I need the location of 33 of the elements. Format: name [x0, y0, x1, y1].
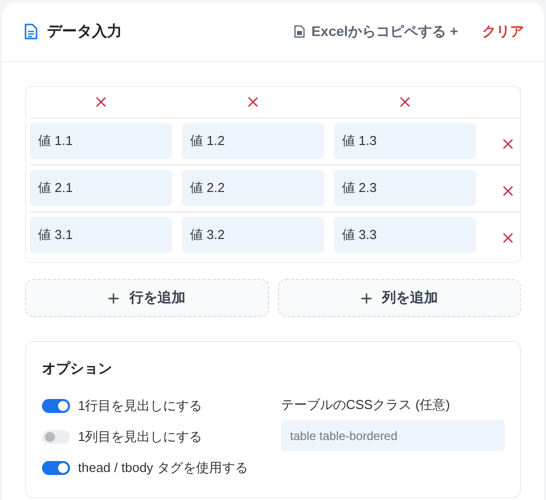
delete-row-icon[interactable]: [503, 186, 513, 196]
toggle-label: 1行目を見出しにする: [78, 396, 202, 414]
delete-column-icon[interactable]: [248, 97, 258, 107]
delete-row-icon[interactable]: [503, 139, 513, 149]
toggle-switch[interactable]: [42, 398, 70, 412]
toggle-label: 1列目を見出しにする: [78, 428, 202, 446]
delete-row-icon[interactable]: [503, 233, 513, 243]
field-label: テーブルのCSSクラス (任意): [281, 396, 451, 414]
cell-input[interactable]: 値 2.3: [334, 170, 476, 206]
cell-input[interactable]: 値 2.1: [30, 170, 172, 206]
cell-input[interactable]: 値 1.2: [182, 123, 324, 159]
options-title: オプション: [42, 360, 113, 378]
paste-from-excel-button[interactable]: Excelからコピペする +: [294, 18, 458, 44]
css-class-input[interactable]: table table-bordered: [281, 420, 505, 451]
plus-icon: [360, 292, 372, 304]
plus-icon: [108, 292, 120, 304]
cell-input[interactable]: 値 3.2: [182, 217, 324, 253]
spreadsheet-icon: [294, 25, 306, 38]
cell-input[interactable]: 値 2.2: [182, 170, 324, 206]
cell-input[interactable]: 値 3.3: [334, 217, 476, 253]
panel-title: データ入力: [47, 22, 122, 41]
clear-button[interactable]: クリア: [482, 18, 524, 44]
document-icon: [24, 23, 38, 40]
cell-input[interactable]: 値 1.1: [30, 123, 172, 159]
add-column-button[interactable]: 列を追加: [278, 279, 521, 317]
add-row-button[interactable]: 行を追加: [25, 279, 268, 317]
toggle-switch[interactable]: [42, 460, 70, 474]
delete-column-icon[interactable]: [400, 97, 410, 107]
toggle-switch[interactable]: [42, 430, 70, 444]
cell-input[interactable]: 値 1.3: [334, 123, 476, 159]
cell-input[interactable]: 値 3.1: [30, 217, 172, 253]
toggle-label: thead / tbody タグを使用する: [78, 458, 248, 476]
delete-column-icon[interactable]: [96, 97, 106, 107]
